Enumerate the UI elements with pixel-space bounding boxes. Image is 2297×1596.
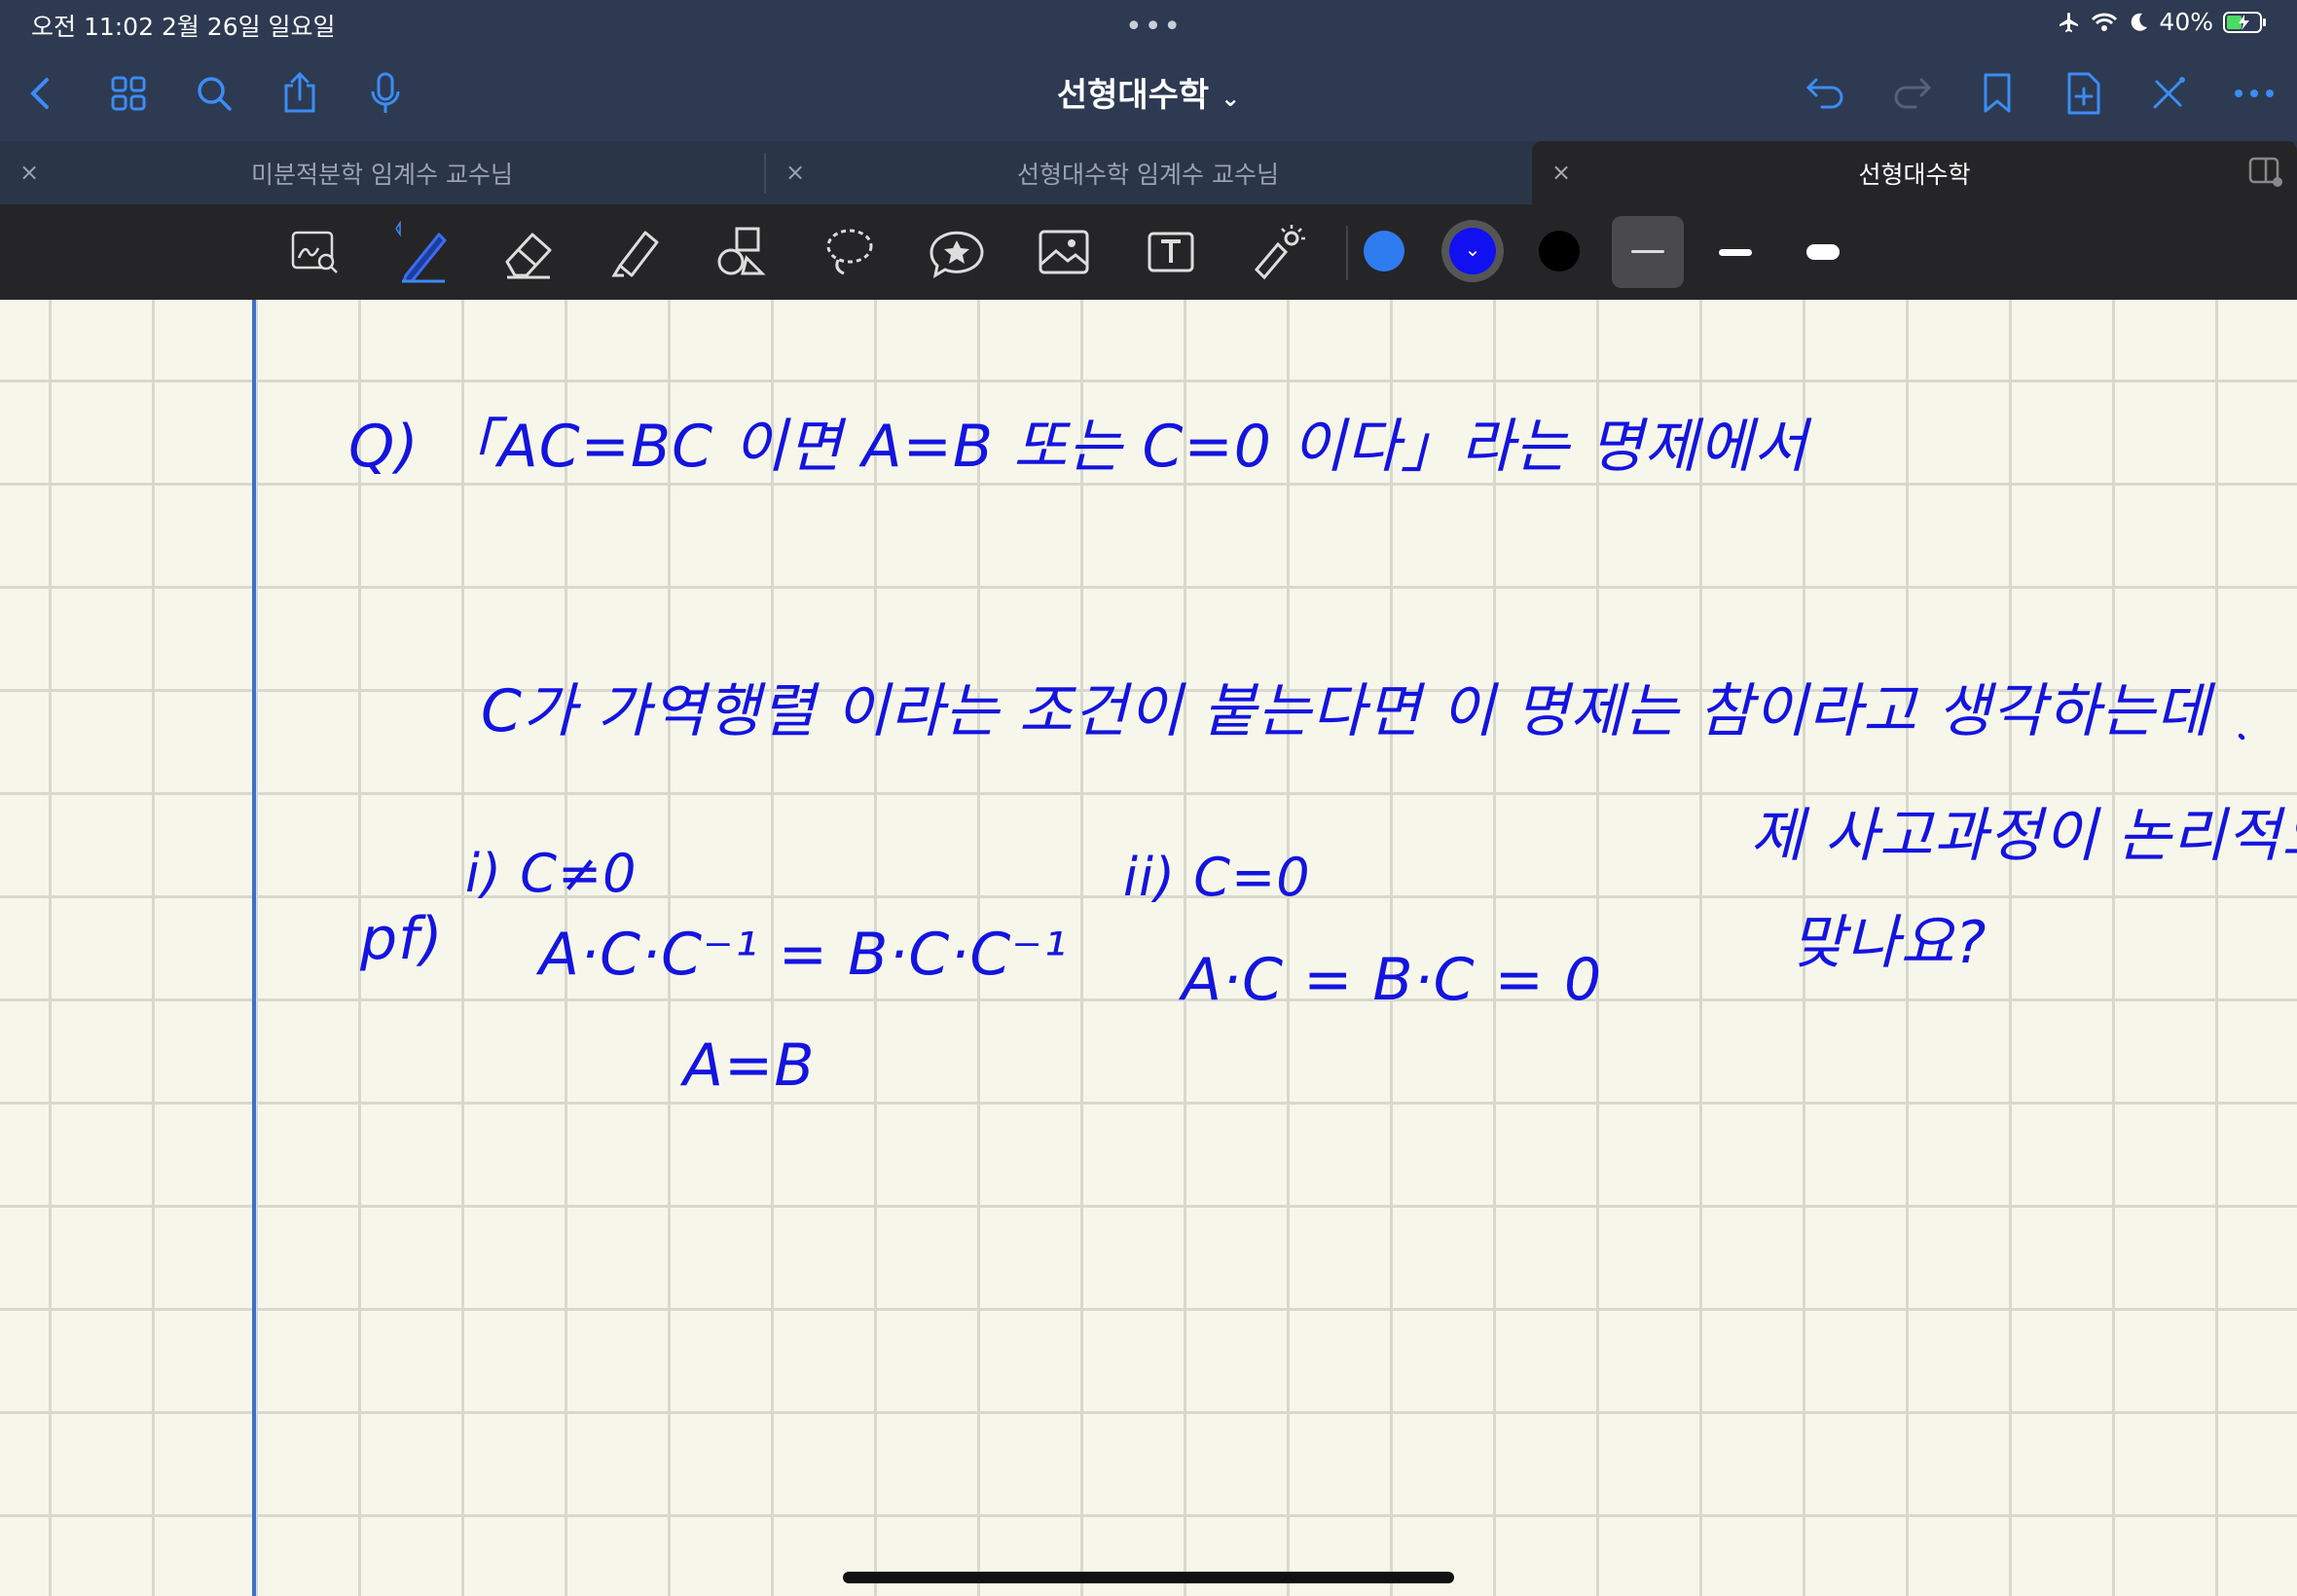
ink-dot — [2238, 733, 2245, 741]
home-indicator[interactable] — [843, 1572, 1454, 1583]
ink-decorations — [2238, 733, 2245, 741]
